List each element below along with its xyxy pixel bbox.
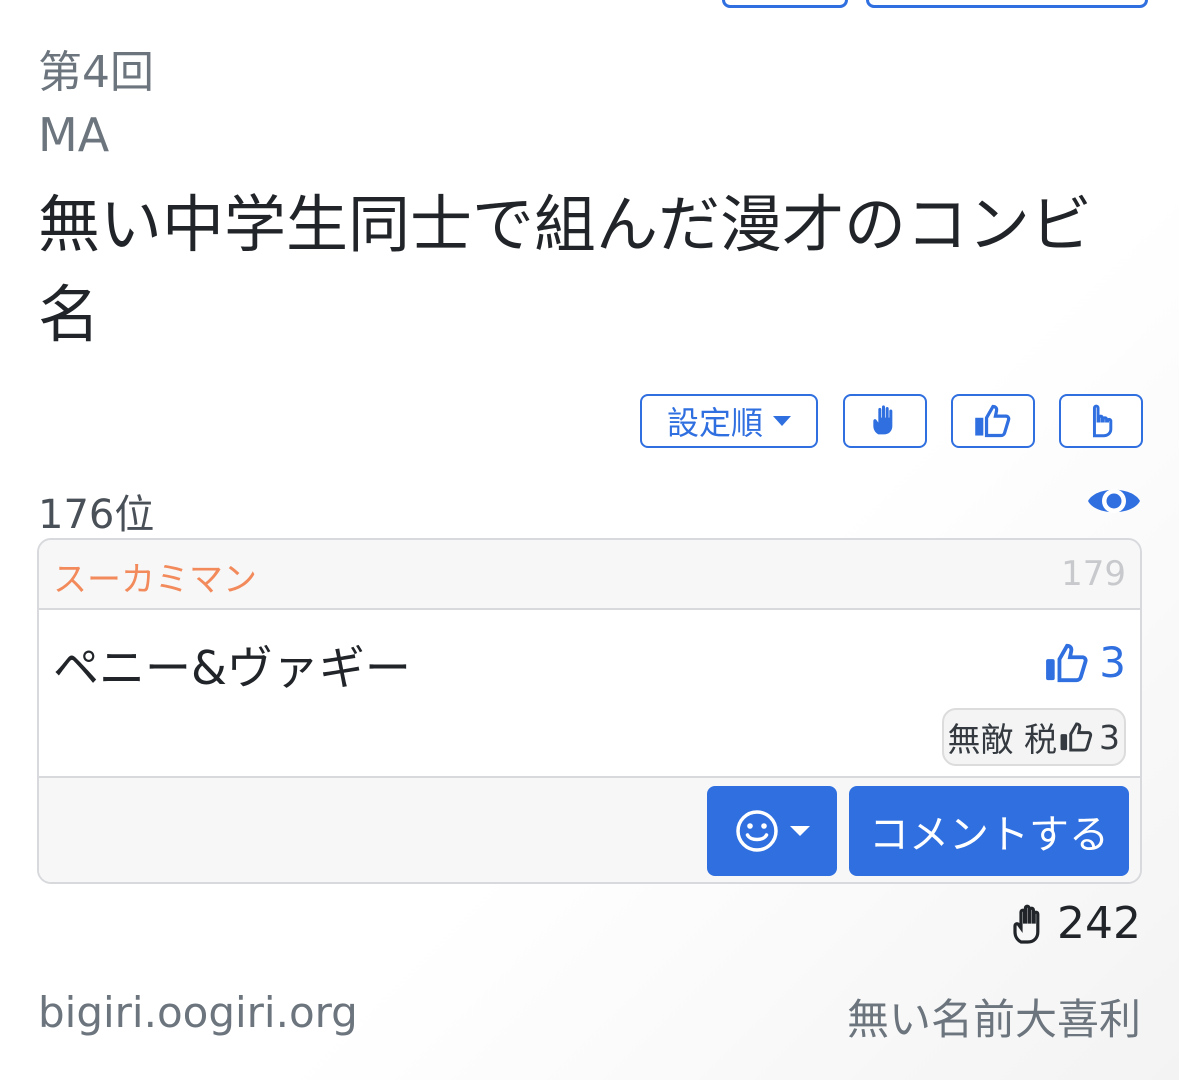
site-url[interactable]: bigiri.oogiri.org bbox=[38, 988, 358, 1037]
hand-count: 242 bbox=[1005, 898, 1141, 949]
top-tab-left[interactable] bbox=[722, 0, 848, 8]
caret-down-icon bbox=[790, 826, 810, 836]
smile-icon bbox=[736, 810, 778, 852]
sort-dropdown-button[interactable]: 設定順 bbox=[640, 394, 818, 448]
caret-down-icon bbox=[773, 416, 791, 426]
like-filter-button[interactable] bbox=[951, 394, 1035, 448]
answer-number: 179 bbox=[1061, 554, 1126, 594]
thumbs-up-icon bbox=[1046, 643, 1088, 682]
rank-label: 176位 bbox=[38, 492, 155, 538]
hand-icon bbox=[873, 405, 893, 435]
like-count[interactable]: 3 bbox=[1043, 638, 1126, 687]
thumbs-up-icon bbox=[975, 404, 1011, 438]
thumbs-up-icon bbox=[1060, 722, 1093, 752]
sort-label: 設定順 bbox=[666, 404, 763, 442]
answer-text: ペニー&ヴァギー bbox=[53, 641, 411, 695]
liker-badge[interactable]: 無敵 税 3 bbox=[941, 708, 1126, 766]
pointing-hand-icon bbox=[1092, 404, 1113, 438]
hand-icon bbox=[1013, 904, 1040, 944]
answer-card-footer: コメントする bbox=[39, 776, 1140, 882]
liker-count: 3 bbox=[1099, 717, 1120, 757]
answer-card: スーカミマン 179 ペニー&ヴァギー 3 無敵 税 3 コメントする bbox=[37, 538, 1142, 884]
comment-button[interactable]: コメントする bbox=[849, 786, 1129, 876]
hand-count-value: 242 bbox=[1057, 898, 1141, 949]
liker-name: 無敵 税 bbox=[947, 720, 1058, 759]
rule-label: MA bbox=[38, 108, 110, 162]
like-count-value: 3 bbox=[1099, 638, 1126, 687]
top-tab-right[interactable] bbox=[866, 0, 1148, 8]
pointer-filter-button[interactable] bbox=[1059, 394, 1143, 448]
round-label: 第4回 bbox=[38, 47, 154, 98]
site-name[interactable]: 無い名前大喜利 bbox=[847, 986, 1141, 1047]
answer-card-header: スーカミマン 179 bbox=[39, 540, 1140, 610]
emoji-reaction-button[interactable] bbox=[707, 786, 837, 876]
hand-filter-button[interactable] bbox=[843, 394, 927, 448]
eye-icon[interactable] bbox=[1086, 478, 1142, 524]
author-name[interactable]: スーカミマン bbox=[53, 552, 257, 601]
theme-title: 無い中学生同士で組んだ漫才のコンビ名 bbox=[38, 188, 1093, 351]
